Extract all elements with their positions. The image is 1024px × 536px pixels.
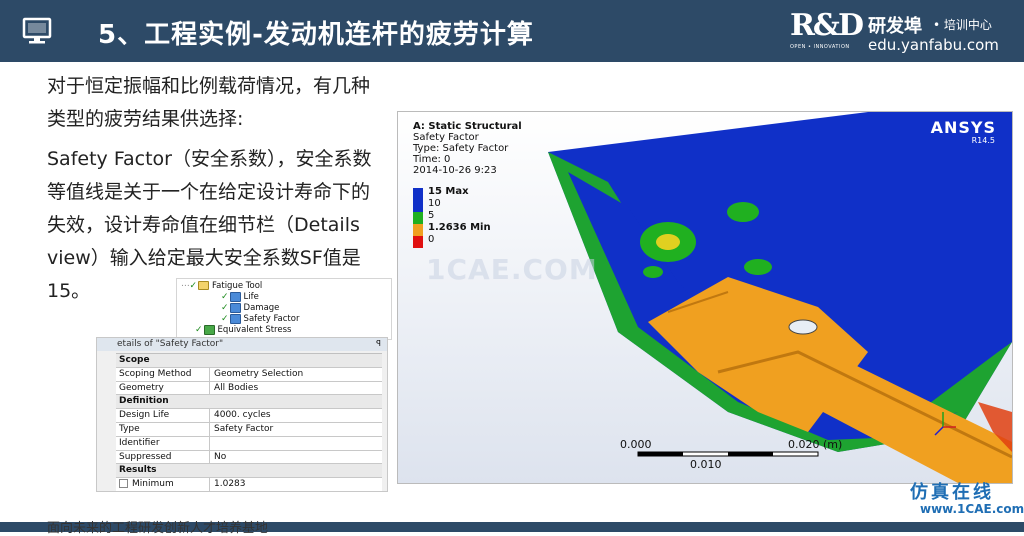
ansys-logo: ANSYS xyxy=(930,118,996,137)
stress-icon xyxy=(203,324,215,335)
legend-label: 10 xyxy=(428,198,441,209)
logo-url: edu.yanfabu.com xyxy=(868,36,999,54)
ansys-version: R14.5 xyxy=(971,136,995,145)
details-row[interactable]: Suppressed No xyxy=(116,450,382,465)
scale-label-left: 0.000 xyxy=(620,438,652,451)
legend-swatch xyxy=(413,236,423,248)
logo-mark: R&D xyxy=(790,8,864,43)
brand-logo: R&D 研发埠 • 培训中心 edu.yanfabu.com OPEN • IN… xyxy=(790,6,1000,56)
result-icon xyxy=(229,302,241,313)
fatigue-tool-icon xyxy=(198,281,210,290)
watermark: 1CAE.COM xyxy=(426,253,598,286)
result-icon xyxy=(229,313,241,324)
details-row[interactable]: Minimum 1.0283 xyxy=(116,478,382,491)
scale-label-mid: 0.010 xyxy=(690,458,722,471)
result-icon xyxy=(229,291,241,302)
simulation-viewport[interactable]: A: Static Structural Safety Factor Type:… xyxy=(397,111,1013,484)
monitor-icon xyxy=(22,17,52,44)
details-grid: Scope Scoping Method Geometry Selection G… xyxy=(116,353,382,491)
analysis-title: A: Static Structural xyxy=(413,121,522,132)
footer-watermark: 仿真在线 www.1CAE.com xyxy=(904,478,1024,518)
legend-swatch xyxy=(413,188,423,200)
legend-label: 15 Max xyxy=(428,186,469,197)
legend-swatch xyxy=(413,212,423,224)
result-type: Type: Safety Factor xyxy=(413,143,509,154)
page-title: 5、工程实例-发动机连杆的疲劳计算 xyxy=(98,20,534,50)
result-date: 2014-10-26 9:23 xyxy=(413,165,497,176)
parameter-checkbox[interactable] xyxy=(119,479,128,489)
logo-subtitle: • 培训中心 xyxy=(933,18,992,32)
details-row[interactable]: Design Life 4000. cycles xyxy=(116,409,382,423)
legend-label: 1.2636 Min xyxy=(428,222,491,233)
legend-label: 0 xyxy=(428,234,435,245)
header-bar: 5、工程实例-发动机连杆的疲劳计算 R&D 研发埠 • 培训中心 edu.yan… xyxy=(0,0,1024,62)
pin-icon[interactable]: ꟼ xyxy=(376,339,381,348)
details-row[interactable]: Geometry All Bodies xyxy=(116,381,382,396)
details-row[interactable]: Type Safety Factor xyxy=(116,422,382,437)
tree-item-equivalent-stress[interactable]: ✓ Equivalent Stress xyxy=(195,324,291,336)
result-name: Safety Factor xyxy=(413,132,479,143)
footer-watermark-cn: 仿真在线 xyxy=(910,482,994,503)
section-results[interactable]: Results xyxy=(116,464,382,479)
check-icon: ✓ xyxy=(221,303,229,313)
section-scope[interactable]: Scope xyxy=(116,354,382,368)
scale-label-right: 0.020 (m) xyxy=(788,438,843,451)
check-icon: ✓ xyxy=(189,281,198,291)
section-definition[interactable]: Definition xyxy=(116,395,382,410)
logo-name: 研发埠 xyxy=(868,16,922,37)
check-icon: ✓ xyxy=(221,292,229,302)
details-title: etails of "Safety Factor" xyxy=(97,338,387,351)
footer-text: 面向未来的工程研发创新人才培养基地 xyxy=(47,521,269,536)
check-icon: ✓ xyxy=(221,314,229,324)
logo-tagline: OPEN • INNOVATION xyxy=(790,44,850,50)
outline-tree: ⋯✓ Fatigue Tool ✓ Life ✓ Damage ✓ Safety Fac… xyxy=(176,278,392,340)
details-row[interactable]: Scoping Method Geometry Selection xyxy=(116,367,382,382)
legend-swatch xyxy=(413,200,423,212)
details-row[interactable]: Identifier xyxy=(116,436,382,451)
result-time: Time: 0 xyxy=(413,154,451,165)
legend-swatch xyxy=(413,224,423,236)
legend-label: 5 xyxy=(428,210,435,221)
intro-paragraph: 对于恒定振幅和比例载荷情况，有几种类型的疲劳结果供选择: xyxy=(47,75,371,130)
details-panel: etails of "Safety Factor" ꟼ Scope Scopin… xyxy=(96,337,388,492)
check-icon: ✓ xyxy=(195,325,203,335)
footer-watermark-url: www.1CAE.com xyxy=(920,502,1024,516)
